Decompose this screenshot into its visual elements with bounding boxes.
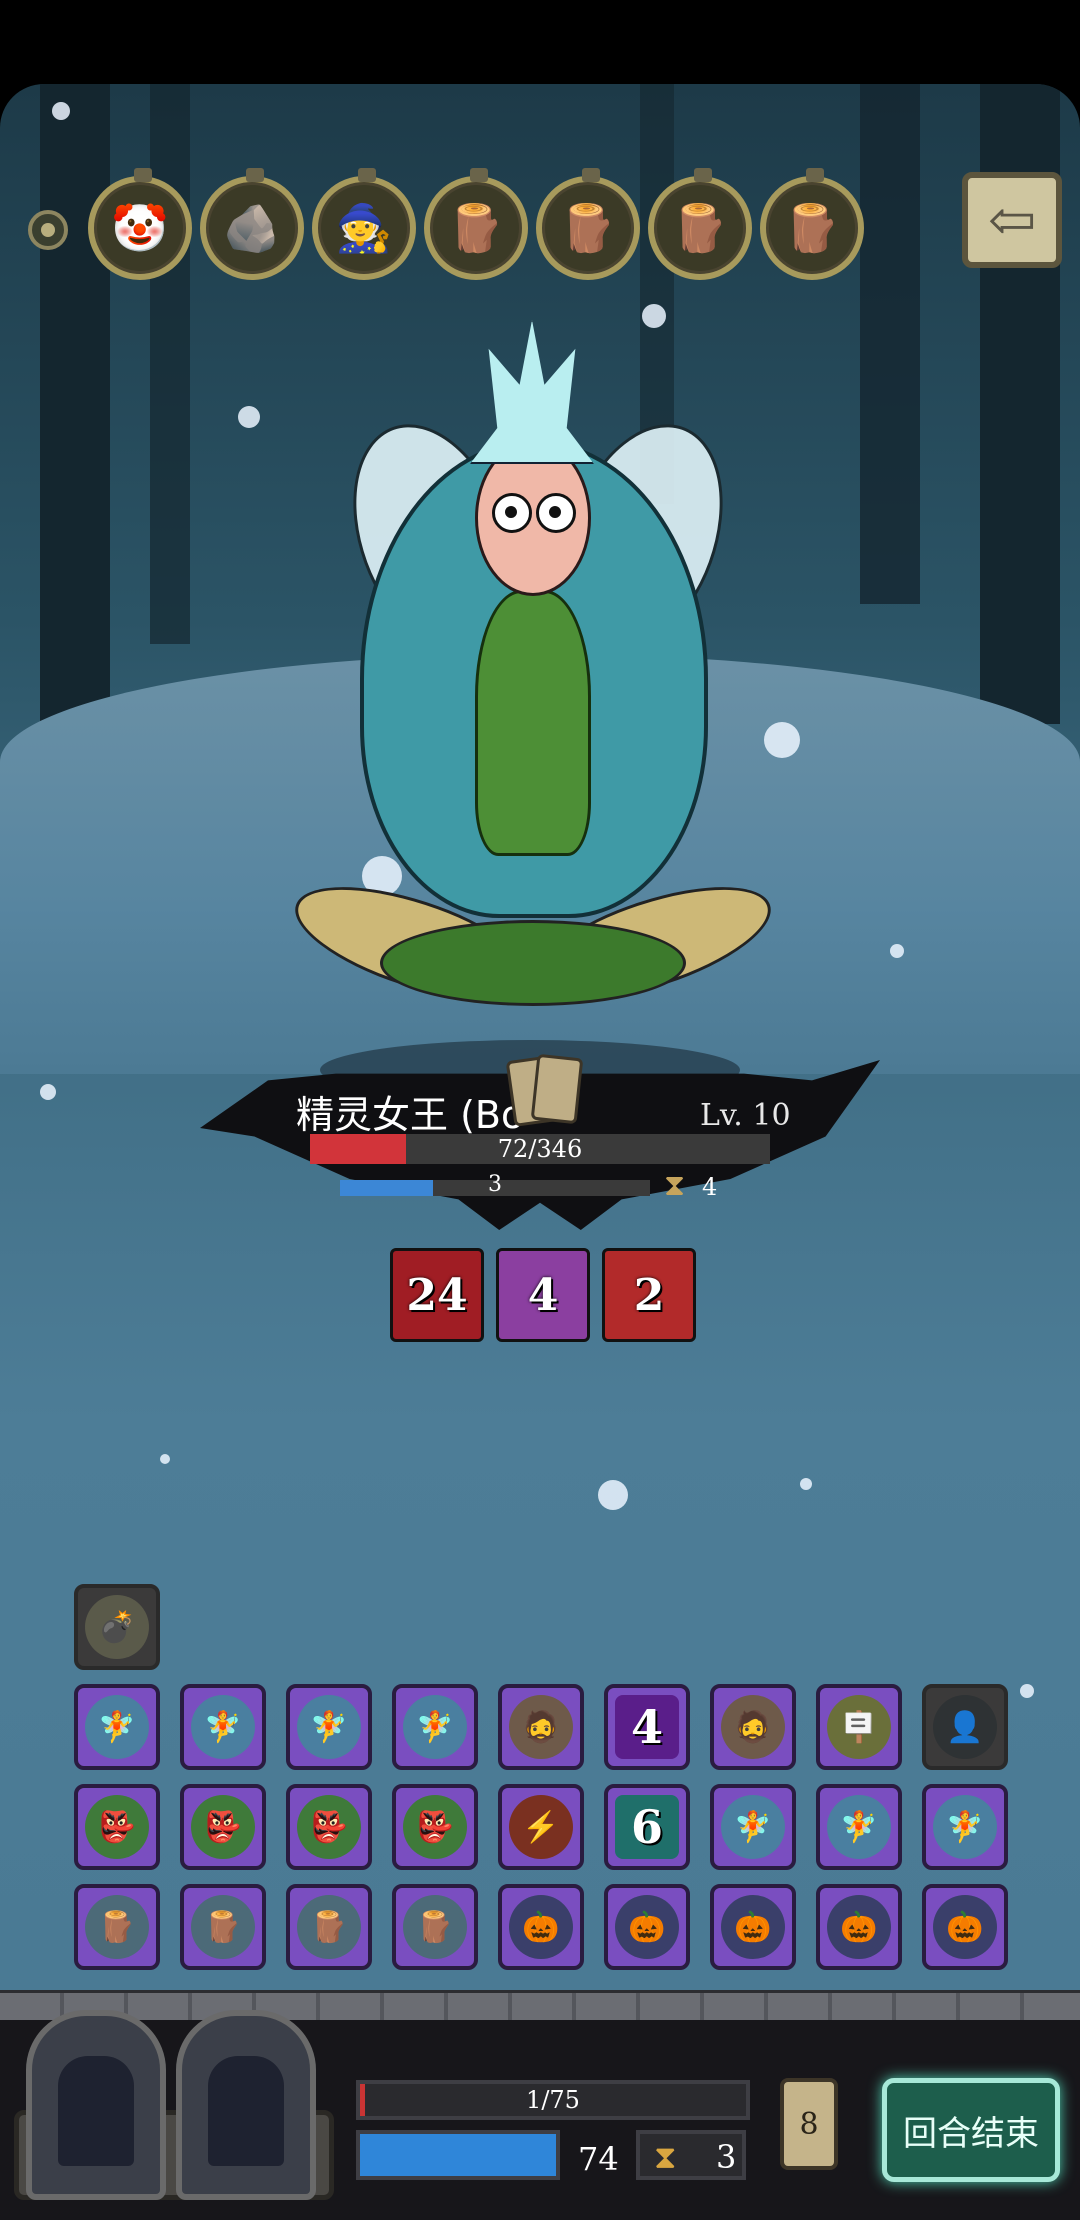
log-trap-icon[interactable]: 🪵 bbox=[424, 168, 528, 280]
log-trap-icon[interactable]: 🪵 bbox=[760, 168, 864, 280]
hand-tile[interactable]: 🎃 bbox=[604, 1884, 690, 1970]
hand-tile[interactable]: 🪵 bbox=[180, 1884, 266, 1970]
scarecrow-icon: 🎃 bbox=[721, 1895, 785, 1959]
spiral-icon: 6 bbox=[615, 1795, 679, 1859]
hand-tile[interactable]: 🧚 bbox=[922, 1784, 1008, 1870]
hand-tile[interactable]: 👺 bbox=[392, 1784, 478, 1870]
hourglass-icon: ⧗ bbox=[654, 2138, 677, 2176]
hand-tile[interactable]: 🎃 bbox=[710, 1884, 796, 1970]
goblin-icon: 👺 bbox=[85, 1795, 149, 1859]
log-trap-icon: 🪵 bbox=[191, 1895, 255, 1959]
hand-tile[interactable]: 🎃 bbox=[922, 1884, 1008, 1970]
boss-status-effect[interactable]: 2 bbox=[602, 1248, 696, 1342]
boss-mana-text: 3 bbox=[488, 1172, 502, 1197]
boss-status-effect[interactable]: 24 bbox=[390, 1248, 484, 1342]
hourglass-icon: ⧗ bbox=[664, 1168, 686, 1203]
log-trap-icon: 🪵 bbox=[403, 1895, 467, 1959]
back-button[interactable]: ⇦ bbox=[962, 172, 1062, 268]
goblin-icon: 👺 bbox=[297, 1795, 361, 1859]
card-count[interactable]: 8 bbox=[780, 2078, 838, 2170]
sign-icon: 🪧 bbox=[827, 1695, 891, 1759]
fairy-icon: 🧚 bbox=[403, 1695, 467, 1759]
hand-tile[interactable]: 🧚 bbox=[180, 1684, 266, 1770]
hand-tile[interactable]: 🧚 bbox=[710, 1784, 796, 1870]
player-mana-bar bbox=[356, 2130, 560, 2180]
hand-tile[interactable]: 👺 bbox=[180, 1784, 266, 1870]
bomb-icon: 💣 bbox=[85, 1595, 149, 1659]
stone-divider bbox=[0, 1990, 1080, 2023]
player-timer-value: 3 bbox=[716, 2138, 737, 2176]
boss-level: Lv. 10 bbox=[700, 1098, 791, 1133]
scarecrow-icon: 🎃 bbox=[509, 1895, 573, 1959]
lightning-icon: ⚡ bbox=[509, 1795, 573, 1859]
hooded-figure-icon: 👤 bbox=[933, 1695, 997, 1759]
fairy-icon: 🧚 bbox=[85, 1695, 149, 1759]
boss-hp-bar: 72/346 bbox=[310, 1134, 770, 1164]
scarecrow-icon: 🎃 bbox=[933, 1895, 997, 1959]
rock-enemy-icon[interactable]: 🪨 bbox=[200, 168, 304, 280]
wizard-enemy-icon[interactable]: 🧙 bbox=[312, 168, 416, 280]
fairy-icon: 🧚 bbox=[191, 1695, 255, 1759]
arrow-left-icon: ⇦ bbox=[987, 186, 1037, 254]
hand-tile[interactable]: 👤 bbox=[922, 1684, 1008, 1770]
log-trap-icon[interactable]: 🪵 bbox=[648, 168, 752, 280]
dwarf-icon: 🧔 bbox=[509, 1695, 573, 1759]
hand-tile[interactable]: 4 bbox=[604, 1684, 690, 1770]
hand-tile[interactable]: 👺 bbox=[74, 1784, 160, 1870]
player-hp-text: 1/75 bbox=[526, 2086, 580, 2114]
goblin-icon: 👺 bbox=[191, 1795, 255, 1859]
hand-tile[interactable]: 🪵 bbox=[392, 1884, 478, 1970]
player-mana-value: 74 bbox=[578, 2140, 619, 2178]
boss-mana-bar: 3 bbox=[340, 1172, 650, 1197]
discard-pile[interactable] bbox=[176, 2010, 316, 2200]
status-bar bbox=[0, 0, 1080, 84]
fairy-icon: 🧚 bbox=[933, 1795, 997, 1859]
boss-hp-text: 72/346 bbox=[497, 1135, 583, 1163]
player-hp-bar: 1/75 bbox=[356, 2080, 750, 2120]
hand-tile[interactable]: 🧚 bbox=[74, 1684, 160, 1770]
hand-tile[interactable]: 6 bbox=[604, 1784, 690, 1870]
dwarf-icon: 🧔 bbox=[721, 1695, 785, 1759]
hand-tile[interactable]: 🧔 bbox=[498, 1684, 584, 1770]
hand-tile[interactable]: 🧚 bbox=[816, 1784, 902, 1870]
turn-indicator-dot bbox=[28, 210, 68, 250]
scarecrow-hero-icon[interactable]: 🤡 bbox=[88, 168, 192, 280]
scarecrow-icon: 🎃 bbox=[827, 1895, 891, 1959]
hand-tile[interactable]: ⚡ bbox=[498, 1784, 584, 1870]
end-turn-button[interactable]: 回合结束 bbox=[882, 2078, 1060, 2182]
fairy-icon: 🧚 bbox=[297, 1695, 361, 1759]
hand-tile[interactable]: 👺 bbox=[286, 1784, 372, 1870]
boss-name: 精灵女王 (Bo bbox=[296, 1093, 525, 1137]
boss-status-effect[interactable]: 4 bbox=[496, 1248, 590, 1342]
fairy-icon: 🧚 bbox=[827, 1795, 891, 1859]
goblin-icon: 👺 bbox=[403, 1795, 467, 1859]
hand-tile[interactable]: 🎃 bbox=[816, 1884, 902, 1970]
boss-card-icon bbox=[505, 1053, 584, 1127]
hand-tile[interactable]: 🧚 bbox=[392, 1684, 478, 1770]
log-trap-icon[interactable]: 🪵 bbox=[536, 168, 640, 280]
special-tile[interactable]: 💣 bbox=[74, 1584, 160, 1670]
fairy-icon: 🧚 bbox=[721, 1795, 785, 1859]
draw-pile[interactable] bbox=[26, 2010, 166, 2200]
scarecrow-icon: 🎃 bbox=[615, 1895, 679, 1959]
boss-timer: 4 bbox=[702, 1173, 718, 1201]
log-trap-icon: 🪵 bbox=[85, 1895, 149, 1959]
boss-fairy-queen[interactable] bbox=[270, 320, 790, 1040]
hand-tile[interactable]: 🎃 bbox=[498, 1884, 584, 1970]
hand-tile[interactable]: 🧔 bbox=[710, 1684, 796, 1770]
hand-tile[interactable]: 🧚 bbox=[286, 1684, 372, 1770]
hand-tile[interactable]: 🪵 bbox=[74, 1884, 160, 1970]
log-trap-icon: 🪵 bbox=[297, 1895, 361, 1959]
hand-tile[interactable]: 🪧 bbox=[816, 1684, 902, 1770]
hand-tile[interactable]: 🪵 bbox=[286, 1884, 372, 1970]
eye-icon: 4 bbox=[615, 1695, 679, 1759]
